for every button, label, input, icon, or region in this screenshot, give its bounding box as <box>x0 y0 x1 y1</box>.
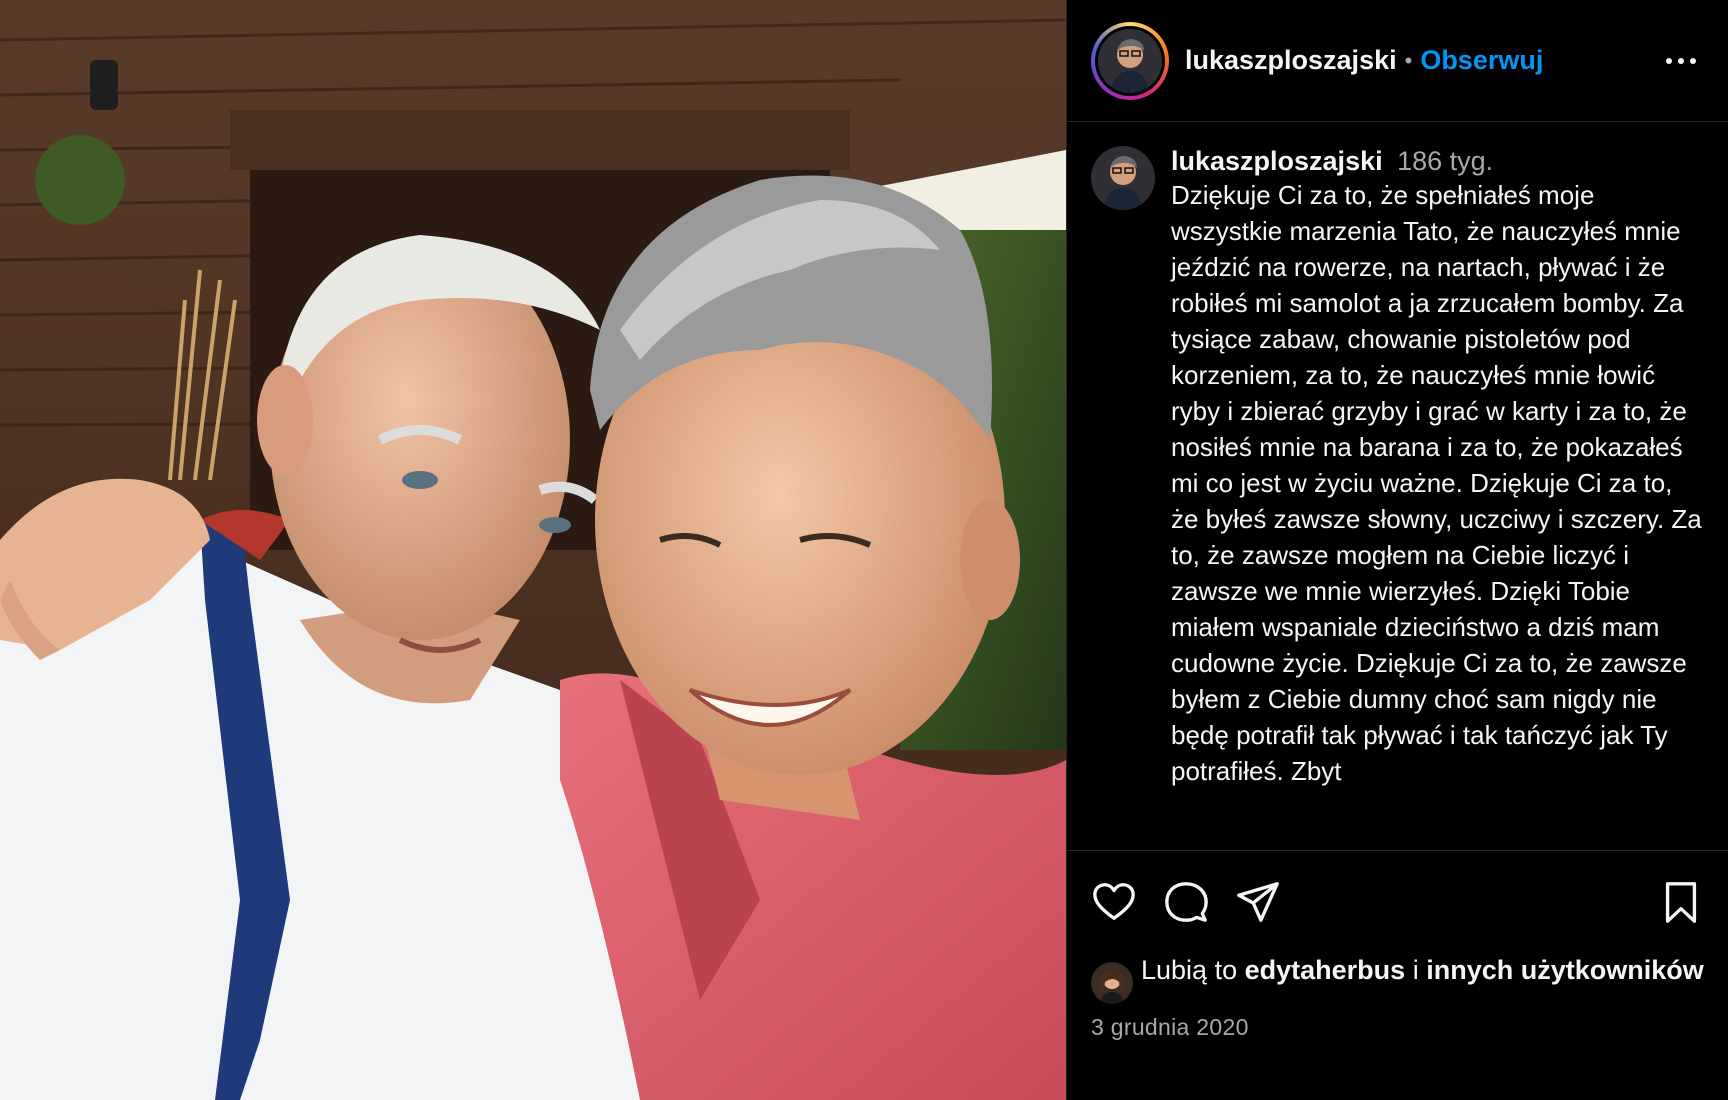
likes-connector: i <box>1412 955 1419 985</box>
follow-button[interactable]: Obserwuj <box>1420 45 1543 76</box>
more-icon-dot <box>1690 57 1696 64</box>
caption-body: lukaszploszajski 186 tyg. Dziękuje Ci za… <box>1171 146 1704 850</box>
header-separator: • <box>1404 47 1413 73</box>
caption-text: Dziękuje Ci za to, że spełniałeś moje ws… <box>1171 180 1702 786</box>
caption-scroll-area[interactable]: lukaszploszajski 186 tyg. Dziękuje Ci za… <box>1067 122 1728 850</box>
post-sidebar: lukaszploszajski • Obserwuj lukaszplosza… <box>1066 0 1728 1100</box>
instagram-post: lukaszploszajski • Obserwuj lukaszplosza… <box>0 0 1728 1100</box>
likes-others[interactable]: innych użytkowników <box>1426 955 1704 985</box>
liker-username[interactable]: edytaherbus <box>1245 955 1406 985</box>
post-date[interactable]: 3 grudnia 2020 <box>1067 1014 1728 1041</box>
bookmark-icon <box>1665 881 1697 923</box>
save-button[interactable] <box>1658 879 1704 925</box>
action-bar <box>1067 850 1728 952</box>
post-header: lukaszploszajski • Obserwuj <box>1067 0 1728 122</box>
story-ring[interactable] <box>1091 21 1169 100</box>
likes-text: Lubią to edytaherbus i innych użytkownik… <box>1141 952 1704 988</box>
more-icon <box>1666 57 1672 64</box>
heart-icon <box>1093 882 1135 920</box>
caption-meta: lukaszploszajski 186 tyg. <box>1171 146 1704 177</box>
likes-summary: Lubią to edytaherbus i innych użytkownik… <box>1067 952 1728 1004</box>
share-button[interactable] <box>1235 879 1281 925</box>
caption-username[interactable]: lukaszploszajski <box>1171 146 1383 176</box>
header-username[interactable]: lukaszploszajski <box>1185 45 1397 76</box>
more-options-button[interactable] <box>1658 50 1704 72</box>
caption-time[interactable]: 186 tyg. <box>1397 146 1493 176</box>
avatar-frame <box>1095 25 1165 96</box>
share-icon <box>1237 881 1279 922</box>
likes-prefix: Lubią to <box>1141 955 1238 985</box>
caption-avatar[interactable] <box>1091 146 1155 210</box>
post-photo[interactable] <box>0 0 1066 1100</box>
photo-illustration <box>0 0 1066 1100</box>
liker-avatar[interactable] <box>1091 962 1133 1004</box>
more-icon-dot <box>1678 57 1684 64</box>
avatar <box>1098 28 1162 93</box>
like-button[interactable] <box>1091 879 1137 925</box>
comment-icon <box>1165 881 1208 922</box>
comment-button[interactable] <box>1163 879 1209 925</box>
